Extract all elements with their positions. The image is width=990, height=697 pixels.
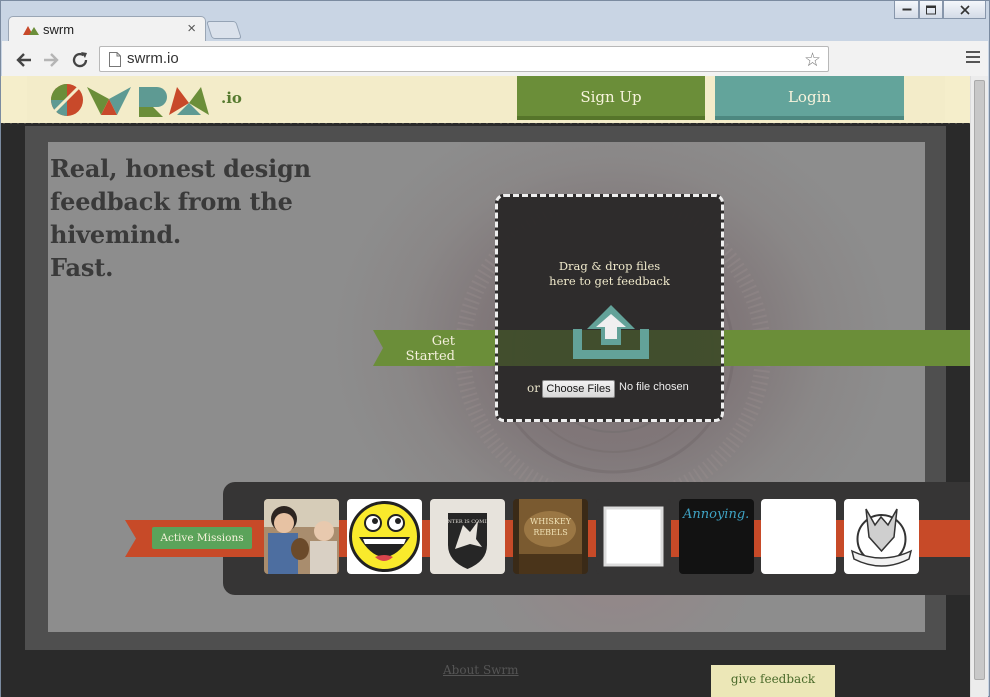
upload-icon <box>573 305 649 359</box>
wolf-crest-thumb[interactable] <box>844 499 919 574</box>
vertical-scrollbar[interactable] <box>970 76 988 697</box>
file-dropzone[interactable]: Drag & drop files here to get feedback o… <box>495 194 724 422</box>
reload-icon[interactable] <box>69 49 91 71</box>
browser-toolbar: swrm.io ☆ <box>2 41 988 77</box>
back-arrow-icon[interactable] <box>13 49 35 71</box>
no-file-chosen-label: No file chosen <box>619 381 689 393</box>
url-text[interactable]: swrm.io <box>127 50 179 67</box>
get-started-label: Get Started <box>405 334 455 364</box>
svg-text:REBELS: REBELS <box>533 528 567 537</box>
maximize-button[interactable] <box>919 1 943 19</box>
page-viewport: .io Sign Up Login Real, honest design fe… <box>1 76 970 697</box>
chrome-menu-icon[interactable] <box>966 51 980 65</box>
page-document-icon <box>109 52 121 67</box>
give-feedback-button[interactable]: give feedback <box>711 665 835 697</box>
login-button[interactable]: Login <box>715 76 904 120</box>
blank-glow-thumb[interactable] <box>596 499 671 574</box>
forward-arrow-icon[interactable] <box>40 49 62 71</box>
svg-text:WINTER IS COMING: WINTER IS COMING <box>440 519 494 525</box>
awesome-face-thumb[interactable] <box>347 499 422 574</box>
svg-text:WHISKEY: WHISKEY <box>530 517 572 526</box>
bookmark-star-icon[interactable]: ☆ <box>804 49 821 71</box>
svg-text:Annoying.: Annoying. <box>682 507 749 522</box>
blank-white-thumb[interactable] <box>761 499 836 574</box>
minimize-button[interactable] <box>894 1 919 19</box>
header-scalloped-edge <box>1 121 970 125</box>
active-missions-button[interactable]: Active Missions <box>152 527 252 549</box>
site-header: .io Sign Up Login <box>1 76 970 125</box>
about-swrm-link[interactable]: About Swrm <box>443 663 519 677</box>
swrm-logo[interactable] <box>49 81 224 119</box>
choose-files-button[interactable]: Choose Files <box>542 380 615 398</box>
new-tab-button[interactable] <box>206 21 242 39</box>
winter-is-coming-thumb[interactable]: WINTER IS COMING <box>430 499 505 574</box>
address-bar[interactable]: swrm.io ☆ <box>99 46 829 72</box>
sign-up-button[interactable]: Sign Up <box>517 76 705 120</box>
annoying-thumb[interactable]: Annoying. <box>679 499 754 574</box>
tab-close-icon[interactable]: × <box>187 20 196 37</box>
tab-title: swrm <box>43 22 75 37</box>
ribbon-right <box>723 330 970 366</box>
whiskey-rebels-thumb[interactable]: WHISKEY REBELS <box>513 499 588 574</box>
hero-headline: Real, honest design feedback from the hi… <box>50 154 311 282</box>
browser-tab[interactable]: swrm × <box>8 16 206 42</box>
kids-photo-thumb[interactable] <box>264 499 339 574</box>
swrm-favicon-icon <box>23 26 39 35</box>
scrollbar-thumb[interactable] <box>974 80 985 680</box>
dropzone-instructions: Drag & drop files here to get feedback <box>549 259 670 288</box>
or-label: or <box>527 381 540 395</box>
close-window-button[interactable] <box>943 1 986 19</box>
logo-suffix: .io <box>221 89 242 107</box>
